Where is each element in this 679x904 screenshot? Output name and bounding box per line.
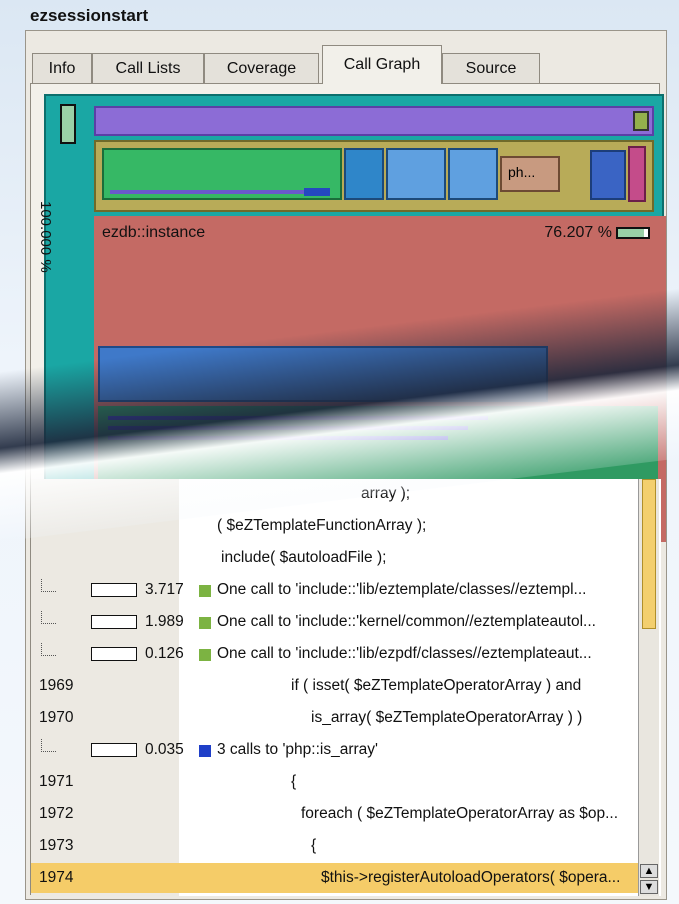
tree-connector <box>41 579 56 592</box>
treemap-node-small[interactable] <box>633 111 649 131</box>
percent-bar <box>616 227 650 239</box>
source-line[interactable]: 1971 { <box>31 767 641 797</box>
tab-info[interactable]: Info <box>32 53 92 83</box>
call-row[interactable]: 3.717 One call to 'include::'lib/eztempla… <box>31 575 641 605</box>
treemap-node-label: ezdb::instance <box>102 224 206 241</box>
source-view[interactable]: array ); ( $eZTemplateFunctionArray ); inc… <box>31 479 661 896</box>
tab-bar: Info Call Lists Coverage Call Graph Sour… <box>26 45 666 84</box>
cost-bar <box>91 743 137 757</box>
line-number: 1972 <box>39 805 74 822</box>
source-line[interactable]: include( $autoloadFile ); <box>31 543 641 573</box>
line-number: 1973 <box>39 837 74 854</box>
vertical-scrollbar[interactable]: ▲ ▼ <box>638 479 659 896</box>
call-row[interactable]: 0.035 3 calls to 'php::is_array' <box>31 735 641 765</box>
call-description: 3 calls to 'php::is_array' <box>217 741 378 758</box>
treemap-stripe <box>108 416 488 420</box>
root-fraction-bar <box>60 104 76 144</box>
treemap-node-lightblue-2[interactable] <box>448 148 498 200</box>
source-code-text: { <box>291 773 297 790</box>
line-number: 1974 <box>39 869 74 886</box>
profiler-window: Info Call Lists Coverage Call Graph Sour… <box>25 30 667 900</box>
source-code-text: $this->registerAutoloadOperators( $opera… <box>321 869 621 886</box>
source-line[interactable]: 1969 if ( isset( $eZTemplateOperatorArray… <box>31 671 641 701</box>
call-description: One call to 'include::'lib/ezpdf/classes… <box>217 645 592 662</box>
call-row[interactable]: 1.989 One call to 'include::'kernel/commo… <box>31 607 641 637</box>
treemap-node-blue[interactable] <box>98 346 548 402</box>
cost-color-swatch <box>199 745 211 757</box>
treemap-stripe <box>108 426 468 430</box>
source-line[interactable]: 1973 { <box>31 831 641 861</box>
app-title: ezsessionstart <box>30 6 149 25</box>
treemap-stripe <box>108 436 448 440</box>
source-line[interactable]: ( $eZTemplateFunctionArray ); <box>31 511 641 541</box>
source-code-text: foreach ( $eZTemplateOperatorArray as $o… <box>301 805 619 822</box>
treemap-node-purple[interactable] <box>94 106 654 136</box>
line-number: 1970 <box>39 709 74 726</box>
tab-coverage[interactable]: Coverage <box>204 53 319 83</box>
cost-value: 0.126 <box>145 645 184 662</box>
treemap-bar <box>110 190 310 194</box>
source-line[interactable]: 1972 foreach ( $eZTemplateOperatorArray a… <box>31 799 641 829</box>
cost-value: 0.035 <box>145 741 184 758</box>
tree-connector <box>41 643 56 656</box>
treemap-root-node[interactable]: 100.000 % ph... ez <box>41 94 666 542</box>
source-code-text: array ); <box>361 485 411 502</box>
call-description: One call to 'include::'kernel/common//ez… <box>217 613 596 630</box>
treemap-node-olive[interactable]: ph... <box>94 140 654 212</box>
scroll-up-button[interactable]: ▲ <box>640 864 658 878</box>
source-line[interactable]: 1970 is_array( $eZTemplateOperatorArray )… <box>31 703 641 733</box>
call-row[interactable]: 0.126 One call to 'include::'lib/ezpdf/cl… <box>31 639 641 669</box>
cost-color-swatch <box>199 649 211 661</box>
scrollbar-thumb[interactable] <box>642 479 656 629</box>
tab-call-graph[interactable]: Call Graph <box>322 45 442 84</box>
tab-panel: 100.000 % ph... ez <box>30 83 666 896</box>
treemap-node-percent: 76.207 % <box>544 224 650 242</box>
call-description: One call to 'include::'lib/eztemplate/cl… <box>217 581 587 598</box>
source-code-text: include( $autoloadFile ); <box>221 549 387 566</box>
tree-connector <box>41 611 56 624</box>
line-number: 1969 <box>39 677 74 694</box>
cost-value: 1.989 <box>145 613 184 630</box>
tab-source[interactable]: Source <box>442 53 540 83</box>
source-code-text: is_array( $eZTemplateOperatorArray ) ) <box>311 709 583 726</box>
source-code-text: { <box>311 837 317 854</box>
scroll-down-button[interactable]: ▼ <box>640 880 658 894</box>
treemap-node-lightblue[interactable] <box>386 148 446 200</box>
treemap-node-blue-small[interactable] <box>344 148 384 200</box>
source-code-text: ( $eZTemplateFunctionArray ); <box>217 517 427 534</box>
percent-value: 76.207 % <box>544 224 612 241</box>
tab-call-lists[interactable]: Call Lists <box>92 53 204 83</box>
treemap-bar-end <box>304 188 330 196</box>
cost-value: 3.717 <box>145 581 184 598</box>
treemap-node-pink[interactable] <box>628 146 646 202</box>
treemap-node-php[interactable]: ph... <box>500 156 560 192</box>
cost-color-swatch <box>199 585 211 597</box>
call-graph-treemap[interactable]: 100.000 % ph... ez <box>41 92 669 542</box>
cost-bar <box>91 647 137 661</box>
tree-connector <box>41 739 56 752</box>
root-fraction-label: 100.000 % <box>41 201 54 273</box>
source-line[interactable]: array ); <box>31 479 641 509</box>
cost-bar <box>91 615 137 629</box>
source-line[interactable]: 1974 $this->registerAutoloadOperators( $o… <box>31 863 641 893</box>
treemap-node-stack[interactable] <box>590 150 626 200</box>
source-code-text: if ( isset( $eZTemplateOperatorArray ) a… <box>291 677 582 694</box>
line-number: 1971 <box>39 773 74 790</box>
cost-color-swatch <box>199 617 211 629</box>
cost-bar <box>91 583 137 597</box>
treemap-node-green[interactable] <box>102 148 342 200</box>
